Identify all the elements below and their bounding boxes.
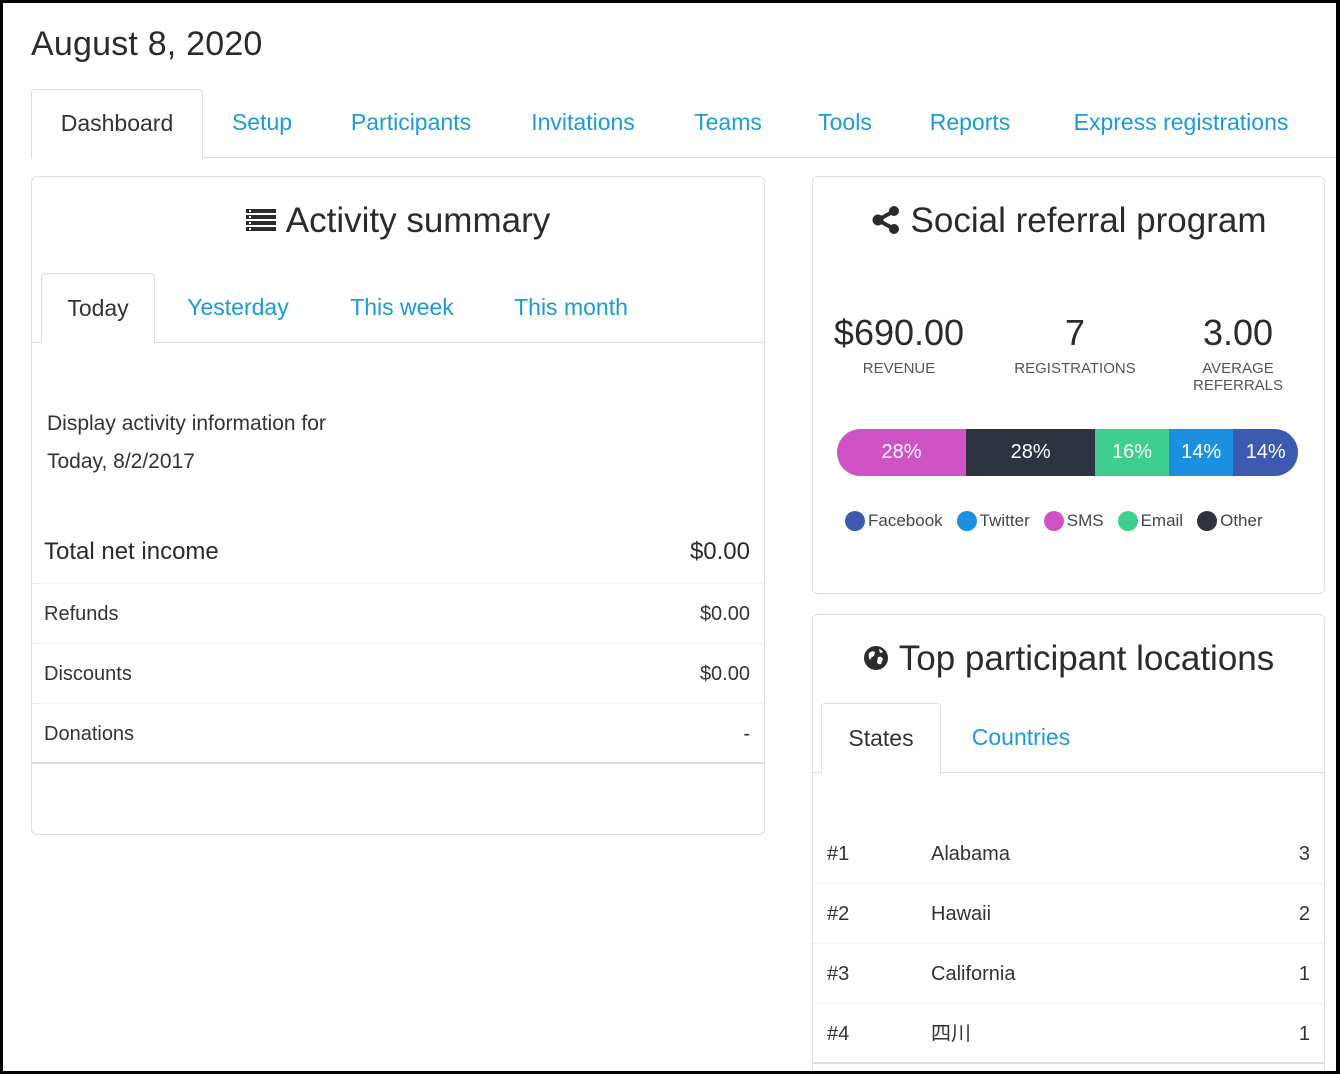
bar-segment-twitter: 14% [1168,429,1234,476]
tab-reports[interactable]: Reports [912,89,1028,158]
registrations-label: REGISTRATIONS [1014,360,1136,377]
social-referral-title: Social referral program [910,201,1267,240]
tab-participants[interactable]: Participants [333,89,489,158]
location-row: #4 四川 1 [813,1004,1324,1064]
legend-label: Email [1140,511,1184,530]
legend-dot [845,511,865,531]
legend-label: Other [1220,511,1263,530]
donations-row: Donations - [32,704,764,764]
tab-express-registrations[interactable]: Express registrations [1054,89,1308,158]
bar-segment-sms: 28% [837,429,967,476]
location-rank: #2 [827,903,850,925]
legend-item-facebook: Facebook [845,511,943,531]
legend-label: Facebook [868,511,943,530]
list-icon [245,201,286,240]
total-net-income-label: Total net income [44,538,219,565]
total-net-income-row: Total net income $0.00 [32,522,764,584]
average-label-line2: REFERRALS [1192,377,1284,394]
average-referrals-label: AVERAGE REFERRALS [1173,360,1303,394]
average-referrals-stat: 3.00 AVERAGE REFERRALS [1173,312,1303,395]
location-type-tabs: States Countries [813,703,1324,774]
location-row: #1 Alabama 3 [813,824,1324,884]
activity-period-tabs: Today Yesterday This week This month [32,273,764,344]
location-rank: #1 [827,843,850,865]
tab-states[interactable]: States [821,703,941,774]
donations-label: Donations [44,723,135,745]
legend-dot [1117,511,1138,531]
refunds-label: Refunds [44,603,119,625]
activity-summary-title: Activity summary [285,201,551,240]
discounts-value: $0.00 [699,663,750,685]
total-net-income-value: $0.00 [689,538,750,565]
dashboard-window: August 8, 2020 Dashboard Setup Participa… [0,0,1340,1074]
legend-label: Twitter [979,511,1030,530]
location-row: #2 Hawaii 2 [813,884,1324,944]
share-icon [871,201,911,240]
social-referral-panel: Social referral program $690.00 REVENUE … [812,176,1325,594]
activity-description: Display activity information for Today, … [47,405,326,481]
legend-dot [1043,511,1064,531]
tab-this-week[interactable]: This week [332,273,472,343]
referral-legend: Facebook Twitter SMS Email Other [845,511,1277,531]
legend-item-twitter: Twitter [956,511,1030,531]
top-locations-panel: Top participant locations States Countri… [812,614,1325,1071]
location-count: 3 [1298,843,1310,865]
bar-segment-other: 28% [966,429,1096,476]
tab-invitations[interactable]: Invitations [514,89,652,158]
refunds-value: $0.00 [699,603,750,625]
average-referrals-value: 3.00 [1202,312,1274,353]
donations-value: - [743,723,750,745]
main-tabs: Dashboard Setup Participants Invitations… [31,89,1336,159]
revenue-stat: $690.00 REVENUE [829,312,969,378]
bar-segment-facebook: 14% [1233,429,1298,476]
discounts-label: Discounts [44,663,132,685]
globe-icon [863,639,899,678]
description-date: Today, 8/2/2017 [47,450,195,473]
location-count: 1 [1298,1023,1310,1045]
tab-this-month[interactable]: This month [498,273,644,343]
location-name: 四川 [931,1023,971,1045]
social-referral-heading: Social referral program [813,201,1324,241]
tab-teams[interactable]: Teams [682,89,774,158]
legend-dot [956,511,977,531]
tab-countries[interactable]: Countries [961,703,1081,773]
legend-item-email: Email [1117,511,1184,531]
referral-channel-bar: 28% 28% 16% 14% 14% [837,429,1298,476]
revenue-label: REVENUE [862,360,936,377]
location-rank: #3 [827,963,850,985]
registrations-stat: 7 REGISTRATIONS [1005,312,1145,378]
average-label-line1: AVERAGE [1202,360,1274,377]
location-name: Alabama [931,843,1010,865]
activity-summary-panel: Activity summary Today Yesterday This we… [31,176,765,835]
location-name: Hawaii [931,903,992,925]
location-rank: #4 [827,1023,850,1045]
location-name: California [931,963,1016,985]
legend-item-sms: SMS [1043,511,1104,531]
description-line: Display activity information for [47,412,326,435]
discounts-row: Discounts $0.00 [32,644,764,704]
location-count: 2 [1298,903,1310,925]
tab-today[interactable]: Today [41,273,155,344]
revenue-value: $690.00 [833,312,965,353]
tab-yesterday[interactable]: Yesterday [174,273,302,343]
location-row: #3 California 1 [813,944,1324,1004]
registrations-value: 7 [1064,312,1086,353]
page-title: August 8, 2020 [31,25,263,63]
refunds-row: Refunds $0.00 [32,584,764,644]
legend-item-other: Other [1197,511,1263,531]
legend-dot [1197,511,1218,531]
tab-setup[interactable]: Setup [217,89,307,158]
bar-segment-email: 16% [1095,429,1169,476]
legend-label: SMS [1066,511,1104,530]
location-count: 1 [1298,963,1310,985]
top-locations-title: Top participant locations [898,639,1275,678]
top-locations-heading: Top participant locations [813,639,1324,679]
tab-tools[interactable]: Tools [803,89,887,158]
tab-dashboard[interactable]: Dashboard [31,89,203,159]
activity-summary-heading: Activity summary [32,201,764,241]
